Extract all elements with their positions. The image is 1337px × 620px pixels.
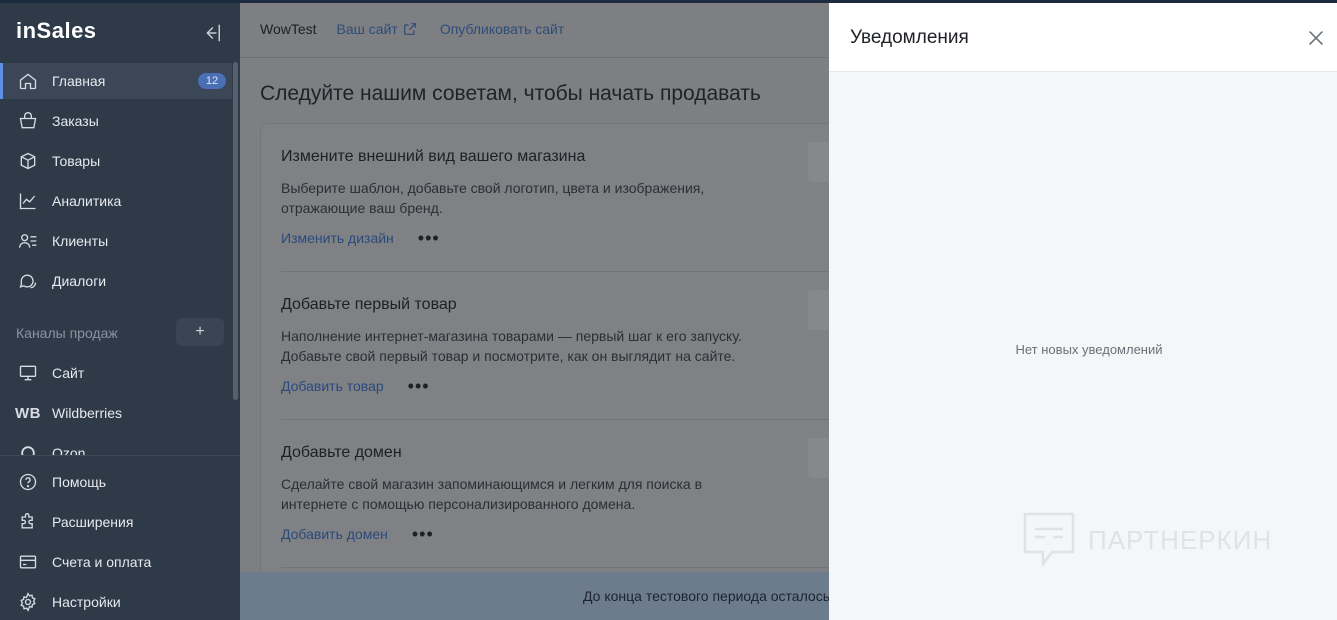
tip-divider [281,419,829,420]
tip-divider [281,567,829,568]
home-icon [16,69,40,93]
sidebar-item-label: Ozon [52,445,86,455]
sidebar-item-dialogs[interactable]: Диалоги [0,263,232,299]
sidebar-item-label: Сайт [52,365,85,381]
sidebar-item-label: Настройки [52,594,121,610]
tip-domain: Добавьте домен Сделайте свой магазин зап… [281,444,821,543]
watermark: ПАРТНЕРКИН [1022,511,1272,569]
tip-divider [281,271,829,272]
sidebar-item-label: Клиенты [52,233,109,249]
chart-line-icon [16,189,40,213]
sidebar-scrollbar[interactable] [233,62,238,400]
page-title: Следуйте нашим советам, чтобы начать про… [260,82,761,105]
top-header: WowTest Ваш сайт Опубликовать сайт [240,0,840,58]
external-link-icon [403,22,416,35]
sidebar-item-clients[interactable]: Клиенты [0,223,232,259]
tip-description: Сделайте свой магазин запоминающимся и л… [281,476,703,512]
more-options-icon[interactable]: ••• [418,229,440,247]
logo[interactable]: inSales [16,18,97,44]
trial-notice-text: До конца тестового периода осталось [583,588,830,604]
top-line [0,0,1337,3]
sidebar-item-label: Заказы [52,113,99,129]
help-icon [16,470,40,494]
tip-title: Добавьте первый товар [281,296,457,313]
sidebar-item-label: Диалоги [52,273,107,289]
more-options-icon[interactable]: ••• [412,525,434,543]
change-design-link[interactable]: Изменить дизайн [281,230,394,246]
sidebar-item-label: Аналитика [52,193,122,209]
sidebar-item-ozon[interactable]: Ozon [0,440,232,455]
box-icon [16,149,40,173]
notifications-title: Уведомления [850,27,969,48]
sidebar-item-help[interactable]: Помощь [0,464,232,500]
your-site-link[interactable]: Ваш сайт [337,21,418,37]
more-options-icon[interactable]: ••• [408,377,430,395]
ozon-icon [16,441,40,455]
watermark-text: ПАРТНЕРКИН [1088,524,1273,555]
tip-description: Выберите шаблон, добавьте свой логотип, … [281,180,705,216]
watermark-logo-icon [1023,512,1075,568]
notifications-header: Уведомления [829,3,1337,72]
sales-channels-title: Каналы продаж [16,325,118,341]
card-icon [16,550,40,574]
sidebar-item-home[interactable]: Главная 12 [0,63,232,99]
sidebar: inSales Главная 12 Заказы Товары Аналити… [0,0,240,620]
empty-notifications-message: Нет новых уведомлений [1015,342,1163,357]
tip-description: Наполнение интернет-магазина товарами — … [281,328,742,364]
sidebar-item-label: Товары [52,153,101,169]
ozon-clip: Ozon [0,440,240,455]
notification-count-badge: 12 [198,73,226,89]
sidebar-item-label: Расширения [52,514,134,530]
basket-icon [16,109,40,133]
sidebar-item-label: Главная [52,73,106,89]
puzzle-icon [16,510,40,534]
sidebar-item-wildberries[interactable]: WB Wildberries [0,395,232,431]
sidebar-item-label: Помощь [52,474,107,490]
wildberries-icon: WB [15,404,41,422]
gear-icon [16,590,40,614]
tip-design: Измените внешний вид вашего магазина Выб… [281,148,821,247]
sidebar-item-products[interactable]: Товары [0,143,232,179]
sidebar-item-extensions[interactable]: Расширения [0,504,232,540]
add-product-link[interactable]: Добавить товар [281,378,384,394]
sidebar-item-settings[interactable]: Настройки [0,584,232,620]
add-channel-button[interactable]: + [176,318,224,346]
sidebar-item-orders[interactable]: Заказы [0,103,232,139]
tips-card: Измените внешний вид вашего магазина Выб… [260,123,841,583]
your-site-label: Ваш сайт [336,20,398,37]
chat-icon [16,269,40,293]
sidebar-item-site[interactable]: Сайт [0,355,232,391]
monitor-icon [16,361,40,385]
sidebar-item-label: Счета и оплата [52,554,152,570]
tip-title: Измените внешний вид вашего магазина [281,148,586,165]
tip-product: Добавьте первый товар Наполнение интерне… [281,296,821,395]
sidebar-item-label: Wildberries [52,405,123,421]
sidebar-divider [0,455,240,456]
clients-icon [16,229,40,253]
sidebar-item-billing[interactable]: Счета и оплата [0,544,232,580]
close-icon[interactable] [1305,27,1327,49]
notifications-panel: Уведомления Нет новых уведомлений ПАРТНЕ… [829,3,1337,620]
tip-title: Добавьте домен [281,444,402,461]
sidebar-item-analytics[interactable]: Аналитика [0,183,232,219]
store-name: WowTest [260,20,317,37]
add-domain-link[interactable]: Добавить домен [281,526,388,542]
trial-notice-bar: До конца тестового периода осталось [240,572,830,620]
publish-site-link[interactable]: Опубликовать сайт [440,21,564,37]
collapse-sidebar-icon[interactable] [200,22,222,44]
